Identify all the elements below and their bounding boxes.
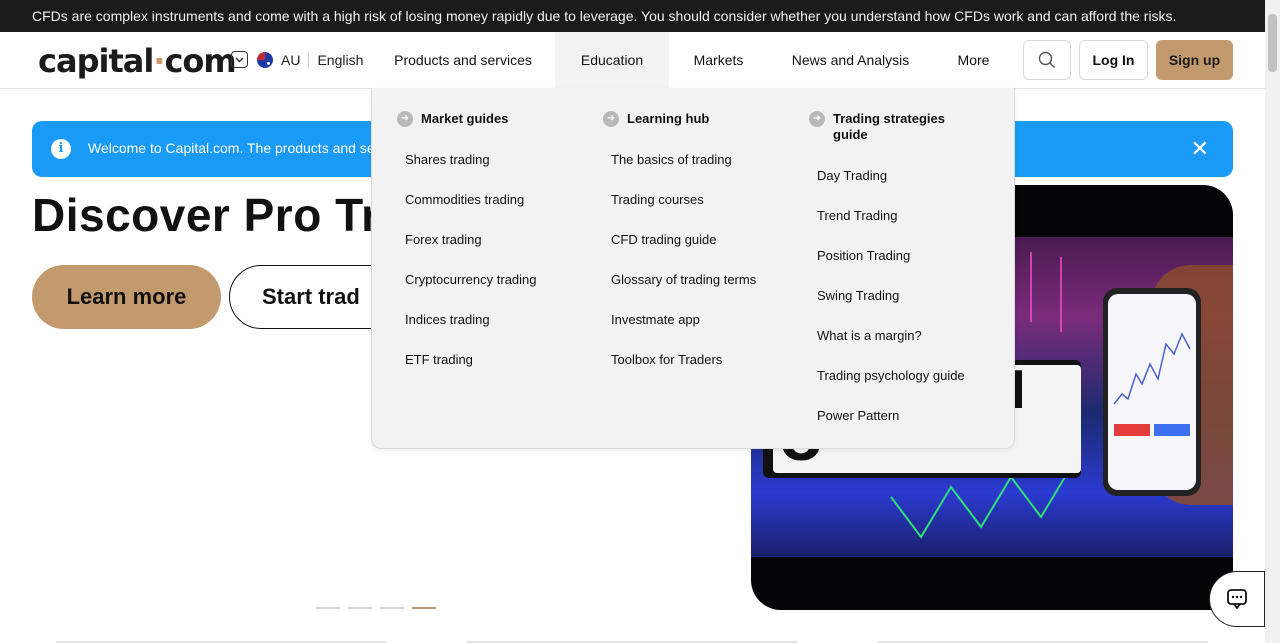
menu-link[interactable]: ETF trading [405, 352, 473, 367]
carousel-dot[interactable] [380, 607, 404, 609]
arrow-right-icon: ➜ [397, 111, 413, 127]
nav-products-and-services[interactable]: Products and services [386, 32, 540, 88]
menu-link[interactable]: What is a margin? [817, 328, 922, 343]
chat-button[interactable] [1209, 571, 1265, 627]
education-dropdown-menu: ➜ Market guides Shares trading Commoditi… [371, 88, 1015, 449]
login-button[interactable]: Log In [1079, 40, 1148, 80]
nav-more[interactable]: More [948, 32, 999, 88]
menu-link[interactable]: Shares trading [405, 152, 490, 167]
chat-icon [1227, 589, 1247, 610]
language-label: English [317, 51, 364, 68]
menu-link[interactable]: Trading psychology guide [817, 368, 965, 383]
learn-more-button[interactable]: Learn more [32, 265, 221, 329]
welcome-message: Welcome to Capital.com. The products and… [88, 140, 387, 156]
scrollbar-thumb[interactable] [1268, 14, 1277, 72]
signup-button[interactable]: Sign up [1156, 40, 1233, 80]
search-icon [1038, 51, 1055, 68]
menu-link[interactable]: Cryptocurrency trading [405, 272, 537, 287]
region-language-selector[interactable]: AU English [231, 51, 363, 68]
capital-logo[interactable]: capital·com [38, 42, 237, 80]
search-button[interactable] [1023, 40, 1071, 80]
arrow-right-icon: ➜ [603, 111, 619, 127]
nav-education[interactable]: Education [555, 32, 669, 88]
trading-strategies-heading[interactable]: ➜ Trading strategies guide [809, 111, 957, 143]
menu-link[interactable]: Trading courses [611, 192, 704, 207]
carousel-indicators [316, 607, 436, 609]
hero-title: Discover Pro Tra [32, 189, 406, 241]
australia-flag-icon [257, 51, 273, 68]
menu-link[interactable]: CFD trading guide [611, 232, 717, 247]
learning-hub-heading[interactable]: ➜ Learning hub [603, 111, 791, 127]
market-guides-heading[interactable]: ➜ Market guides [397, 111, 585, 127]
site-header: capital·com AU English Products and serv… [0, 32, 1265, 89]
menu-link[interactable]: Swing Trading [817, 288, 899, 303]
menu-link[interactable]: Power Pattern [817, 408, 899, 423]
divider [308, 51, 310, 68]
info-icon: i [51, 139, 71, 159]
menu-link[interactable]: Position Trading [817, 248, 910, 263]
menu-link[interactable]: Forex trading [405, 232, 482, 247]
page-scrollbar[interactable] [1265, 0, 1280, 643]
carousel-dot[interactable] [316, 607, 340, 609]
menu-link[interactable]: Investmate app [611, 312, 700, 327]
risk-warning-banner: CFDs are complex instruments and come wi… [0, 0, 1265, 32]
nav-markets[interactable]: Markets [682, 32, 755, 88]
menu-link[interactable]: Trend Trading [817, 208, 897, 223]
menu-link[interactable]: Day Trading [817, 168, 887, 183]
carousel-dot[interactable] [348, 607, 372, 609]
menu-link[interactable]: Glossary of trading terms [611, 272, 756, 287]
region-code: AU [281, 51, 301, 68]
chevron-down-icon [231, 51, 248, 68]
arrow-right-icon: ➜ [809, 111, 825, 127]
nav-news-and-analysis[interactable]: News and Analysis [783, 32, 918, 88]
menu-link[interactable]: Indices trading [405, 312, 490, 327]
close-icon[interactable]: ✕ [1191, 136, 1209, 162]
carousel-dot-active[interactable] [412, 607, 436, 609]
menu-link[interactable]: Commodities trading [405, 192, 524, 207]
menu-link[interactable]: Toolbox for Traders [611, 352, 722, 367]
menu-link[interactable]: The basics of trading [611, 152, 732, 167]
phone-graphic [1103, 288, 1201, 496]
